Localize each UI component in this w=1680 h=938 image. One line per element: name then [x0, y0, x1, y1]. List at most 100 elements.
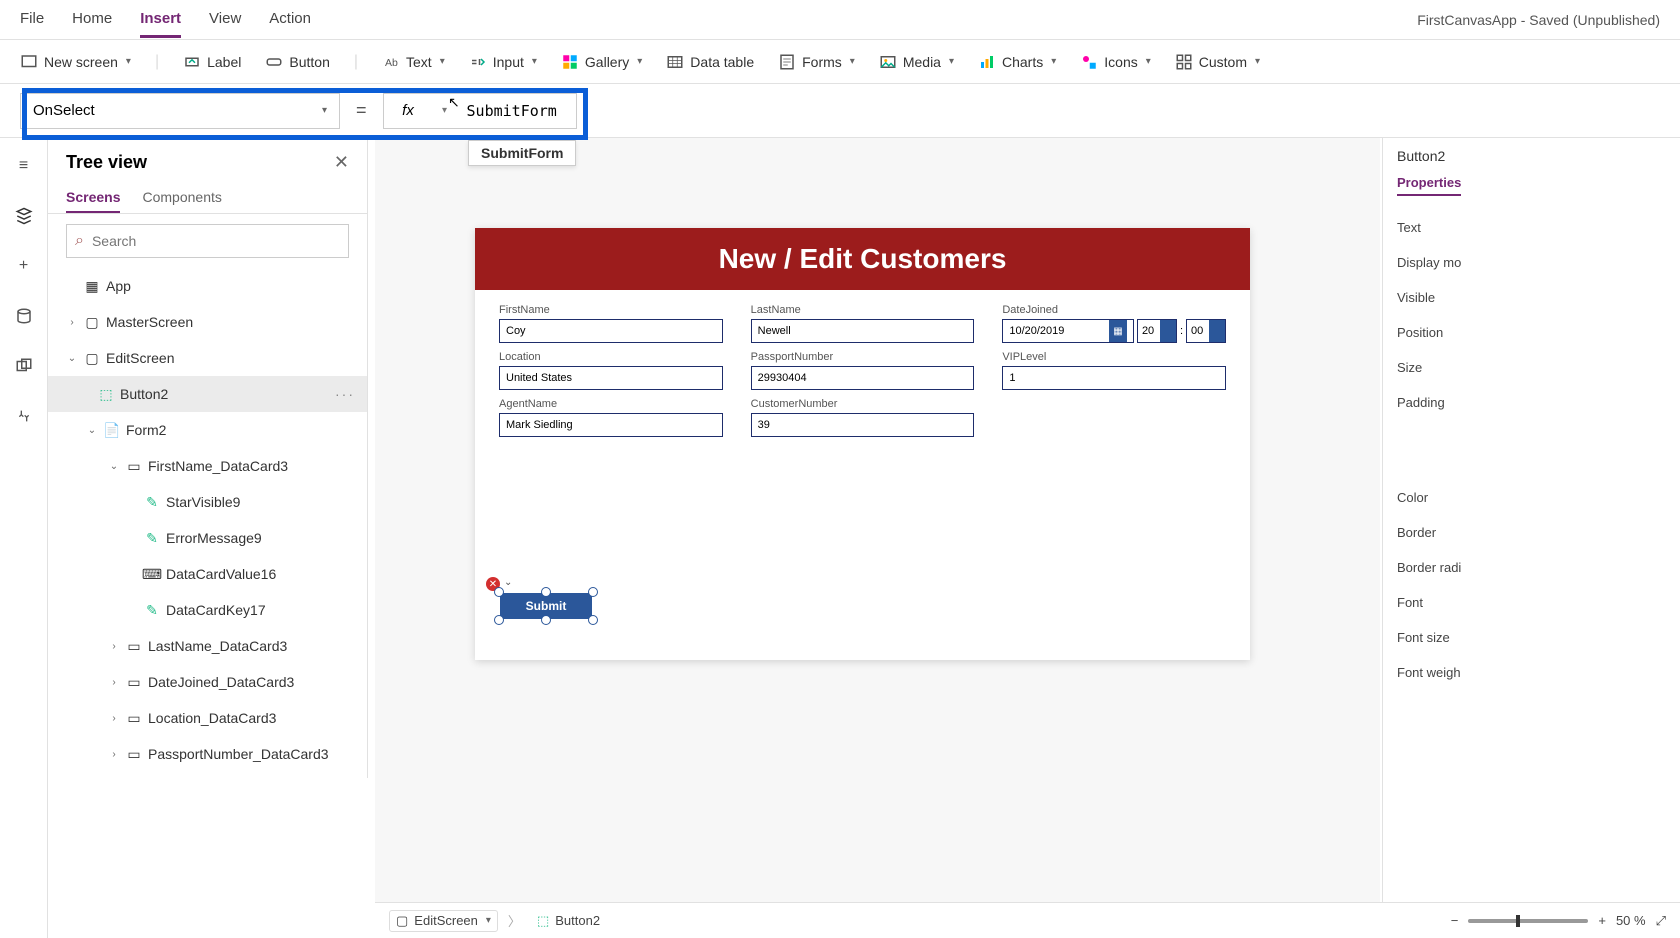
chevron-down-icon[interactable]: ⌄ — [504, 577, 512, 588]
input-dropdown[interactable]: Input▾ — [469, 53, 537, 71]
breadcrumb-control[interactable]: ⬚ Button2 — [531, 911, 606, 931]
prop-text[interactable]: Text — [1397, 210, 1680, 245]
prop-displaymode[interactable]: Display mo — [1397, 245, 1680, 280]
card-icon: ▭ — [126, 674, 142, 690]
media-dropdown[interactable]: Media▾ — [879, 53, 954, 71]
submit-selection[interactable]: ✕ ⌄ Submit — [500, 593, 592, 619]
hour-dropdown[interactable]: 20 — [1137, 319, 1177, 343]
label-node-icon: ✎ — [144, 530, 160, 546]
gallery-dropdown[interactable]: Gallery▾ — [561, 53, 642, 71]
label-node-icon: ✎ — [144, 602, 160, 618]
prop-font-size[interactable]: Font size — [1397, 620, 1680, 655]
menu-home[interactable]: Home — [72, 2, 112, 38]
tab-components[interactable]: Components — [142, 183, 221, 213]
property-selector[interactable]: OnSelect ▾ — [20, 93, 340, 129]
menu-action[interactable]: Action — [269, 2, 311, 38]
field-agent: AgentName — [499, 398, 723, 437]
input-firstname[interactable] — [499, 319, 723, 343]
screen-icon: ▢ — [84, 350, 100, 366]
search-input[interactable] — [92, 233, 340, 249]
formula-input[interactable]: SubmitForm — [457, 93, 577, 129]
text-dropdown[interactable]: Ab Text▾ — [382, 53, 445, 71]
menu-view[interactable]: View — [209, 2, 241, 38]
data-icon[interactable] — [14, 306, 34, 326]
resize-handle[interactable] — [494, 615, 504, 625]
icons-dropdown[interactable]: Icons▾ — [1080, 53, 1151, 71]
tree-node-app[interactable]: ▦App — [48, 268, 367, 304]
input-location[interactable] — [499, 366, 723, 390]
chevron-down-icon: ▾ — [440, 56, 445, 67]
prop-size[interactable]: Size — [1397, 350, 1680, 385]
label-datejoined: DateJoined — [1002, 304, 1226, 316]
label-button[interactable]: Label — [183, 53, 241, 71]
tree-node-location-card[interactable]: ›▭Location_DataCard3 — [48, 700, 367, 736]
tree-view-icon[interactable] — [14, 206, 34, 226]
tree-node-form2[interactable]: ⌄📄Form2 — [48, 412, 367, 448]
zoom-out-button[interactable]: − — [1451, 913, 1459, 928]
input-passport[interactable] — [751, 366, 975, 390]
tab-properties[interactable]: Properties — [1397, 175, 1461, 196]
resize-handle[interactable] — [494, 587, 504, 597]
charts-dropdown[interactable]: Charts▾ — [978, 53, 1056, 71]
intellisense-tooltip[interactable]: SubmitForm — [468, 140, 576, 166]
zoom-in-button[interactable]: + — [1598, 913, 1606, 928]
breadcrumb-screen[interactable]: ▢ EditScreen ▾ — [389, 910, 498, 932]
form-header: New / Edit Customers — [475, 228, 1250, 290]
data-table-button[interactable]: Data table — [666, 53, 754, 71]
minute-dropdown[interactable]: 00 — [1186, 319, 1226, 343]
insert-pane-icon[interactable]: + — [14, 256, 34, 276]
tree-node-passport-card[interactable]: ›▭PassportNumber_DataCard3 — [48, 736, 367, 772]
menu-file[interactable]: File — [20, 2, 44, 38]
new-screen-button[interactable]: New screen▾ — [20, 53, 131, 71]
prop-padding[interactable]: Padding — [1397, 385, 1680, 420]
tree-node-errormessage[interactable]: ✎ErrorMessage9 — [48, 520, 367, 556]
media-pane-icon[interactable] — [14, 356, 34, 376]
tree-node-starvisible[interactable]: ✎StarVisible9 — [48, 484, 367, 520]
menu-insert[interactable]: Insert — [140, 2, 181, 38]
forms-dropdown[interactable]: Forms▾ — [778, 53, 855, 71]
tree-node-masterscreen[interactable]: ›▢MasterScreen — [48, 304, 367, 340]
tree-node-firstname-card[interactable]: ⌄▭FirstName_DataCard3 — [48, 448, 367, 484]
advanced-tools-icon[interactable] — [14, 406, 34, 426]
input-date[interactable]: 10/20/2019▦ — [1002, 319, 1134, 343]
tree-node-editscreen[interactable]: ⌄▢EditScreen — [48, 340, 367, 376]
canvas-area[interactable]: New / Edit Customers FirstName LastName … — [375, 138, 1380, 902]
resize-handle[interactable] — [541, 615, 551, 625]
tree-node-button2[interactable]: ⬚Button2··· — [48, 376, 367, 412]
forms-icon — [778, 53, 796, 71]
prop-border-radius[interactable]: Border radi — [1397, 550, 1680, 585]
input-lastname[interactable] — [751, 319, 975, 343]
prop-font[interactable]: Font — [1397, 585, 1680, 620]
fx-expand[interactable]: ▾ — [433, 93, 457, 129]
resize-handle[interactable] — [541, 587, 551, 597]
tab-screens[interactable]: Screens — [66, 183, 120, 213]
tree-node-datacardvalue[interactable]: ⌨DataCardValue16 — [48, 556, 367, 592]
tree-search[interactable]: ⌕ — [66, 224, 349, 258]
resize-handle[interactable] — [588, 615, 598, 625]
chevron-down-icon: ▾ — [637, 56, 642, 67]
input-agent[interactable] — [499, 413, 723, 437]
input-vip[interactable] — [1002, 366, 1226, 390]
fit-to-screen-icon[interactable]: ⤢ — [1656, 913, 1666, 929]
prop-position[interactable]: Position — [1397, 315, 1680, 350]
button-button[interactable]: Button — [265, 53, 329, 71]
tree-node-lastname-card[interactable]: ›▭LastName_DataCard3 — [48, 628, 367, 664]
input-custnum[interactable] — [751, 413, 975, 437]
close-icon[interactable]: ✕ — [334, 152, 349, 173]
card-icon: ▭ — [126, 710, 142, 726]
prop-font-weight[interactable]: Font weigh — [1397, 655, 1680, 690]
tree-node-datejoined-card[interactable]: ›▭DateJoined_DataCard3 — [48, 664, 367, 700]
hamburger-icon[interactable]: ≡ — [14, 156, 34, 176]
search-icon: ⌕ — [75, 232, 84, 250]
prop-visible[interactable]: Visible — [1397, 280, 1680, 315]
prop-color[interactable]: Color — [1397, 480, 1680, 515]
tree-node-datacardkey[interactable]: ✎DataCardKey17 — [48, 592, 367, 628]
tree-node-vip-card[interactable]: ›▭VIPLevel_DataCard3 — [48, 772, 367, 778]
resize-handle[interactable] — [588, 587, 598, 597]
more-icon[interactable]: ··· — [335, 386, 355, 402]
zoom-slider[interactable] — [1468, 919, 1588, 923]
calendar-icon: ▦ — [1109, 320, 1127, 342]
custom-dropdown[interactable]: Custom▾ — [1175, 53, 1260, 71]
prop-border[interactable]: Border — [1397, 515, 1680, 550]
charts-icon — [978, 53, 996, 71]
